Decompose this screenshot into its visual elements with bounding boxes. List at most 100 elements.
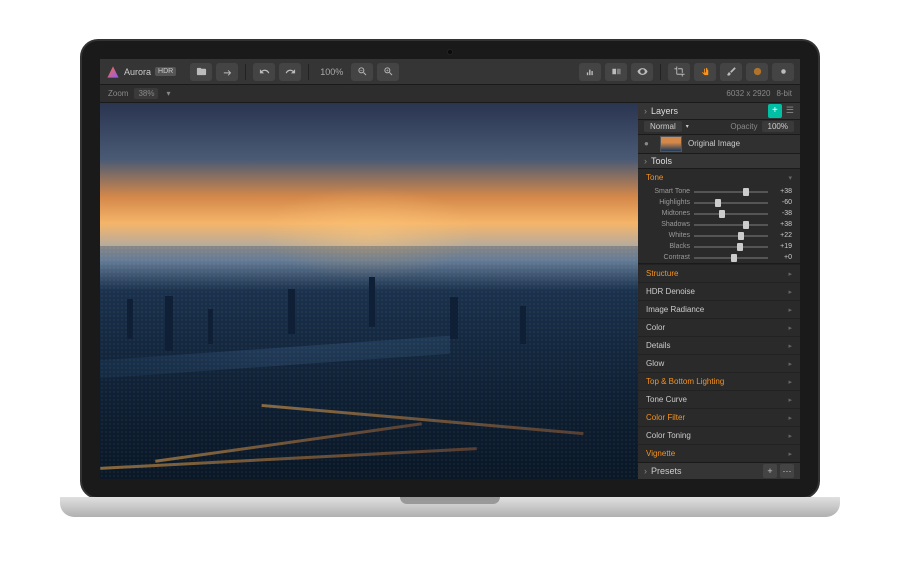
brush-button[interactable] xyxy=(720,63,742,81)
compare-button[interactable] xyxy=(605,63,627,81)
slider-value: +38 xyxy=(772,188,792,195)
slider-value: -60 xyxy=(772,199,792,206)
chevron-icon: ▸ xyxy=(788,288,792,296)
slider-value: +0 xyxy=(772,254,792,261)
layers-menu-button[interactable]: ☰ xyxy=(786,105,794,116)
slider-track[interactable] xyxy=(694,191,768,193)
slider-track[interactable] xyxy=(694,224,768,226)
open-button[interactable] xyxy=(190,63,212,81)
sun-icon xyxy=(778,66,789,77)
tools-title: Tools xyxy=(651,156,672,166)
logo-icon xyxy=(106,65,120,79)
slider-thumb[interactable] xyxy=(743,188,749,196)
visibility-icon[interactable]: ● xyxy=(644,139,654,148)
section-label: Vignette xyxy=(646,449,675,458)
tone-group: Tone ▾ Smart Tone +38Highlights -60Midto… xyxy=(638,169,800,264)
histogram-button[interactable] xyxy=(579,63,601,81)
app-badge: HDR xyxy=(155,67,176,76)
image-dimensions: 6032 x 2920 xyxy=(726,89,770,98)
layer-name: Original Image xyxy=(688,139,740,148)
slider-thumb[interactable] xyxy=(738,232,744,240)
share-icon xyxy=(222,66,233,77)
section-label: Image Radiance xyxy=(646,305,704,314)
layer-options: Normal ▾ Opacity 100% xyxy=(638,120,800,135)
right-sidebar: › Layers + ☰ Normal ▾ Opacity 100% ● xyxy=(638,103,800,479)
slider-track[interactable] xyxy=(694,246,768,248)
chevron-icon: ▸ xyxy=(788,450,792,458)
chevron-icon: ▸ xyxy=(788,324,792,332)
slider-thumb[interactable] xyxy=(731,254,737,262)
add-preset-button[interactable]: + xyxy=(763,464,777,478)
compare-icon xyxy=(611,66,622,77)
app-window: Aurora HDR 100% xyxy=(100,59,800,479)
slider-track[interactable] xyxy=(694,235,768,237)
gradient-icon xyxy=(752,66,763,77)
crop-button[interactable] xyxy=(668,63,690,81)
preset-menu-button[interactable]: ⋯ xyxy=(780,464,794,478)
tool-section[interactable]: Color ▸ xyxy=(638,318,800,336)
gradient-button[interactable] xyxy=(746,63,768,81)
slider-track[interactable] xyxy=(694,213,768,215)
slider-thumb[interactable] xyxy=(719,210,725,218)
chevron-icon: ▸ xyxy=(788,342,792,350)
undo-icon xyxy=(259,66,270,77)
zoom-out-button[interactable] xyxy=(351,63,373,81)
chevron-icon: ▸ xyxy=(788,360,792,368)
tool-section[interactable]: Color Filter▸ xyxy=(638,408,800,426)
slider-thumb[interactable] xyxy=(715,199,721,207)
tool-section[interactable]: Vignette ▸ xyxy=(638,444,800,462)
zoom-select[interactable]: 38% xyxy=(134,88,158,99)
tool-section[interactable]: Color Toning▸ xyxy=(638,426,800,444)
tone-title[interactable]: Tone ▾ xyxy=(638,169,800,186)
layer-item[interactable]: ● Original Image xyxy=(638,135,800,155)
export-button[interactable] xyxy=(216,63,238,81)
main-toolbar: Aurora HDR 100% xyxy=(100,59,800,85)
chevron-down-icon: ▾ xyxy=(788,174,792,182)
laptop-base xyxy=(60,497,840,517)
slider-label: Blacks xyxy=(646,243,690,250)
app-name: Aurora xyxy=(124,67,151,77)
redo-icon xyxy=(285,66,296,77)
tool-section[interactable]: HDR Denoise▸ xyxy=(638,282,800,300)
tool-section[interactable]: Image Radiance ▸ xyxy=(638,300,800,318)
tool-section[interactable]: Tone Curve▸ xyxy=(638,390,800,408)
luminosity-button[interactable] xyxy=(772,63,794,81)
webcam xyxy=(447,49,453,55)
redo-button[interactable] xyxy=(279,63,301,81)
slider-thumb[interactable] xyxy=(743,221,749,229)
section-label: Top & Bottom Lighting xyxy=(646,377,724,386)
blend-mode-select[interactable]: Normal xyxy=(644,121,682,132)
zoom-in-icon xyxy=(383,66,394,77)
zoom-in-button[interactable] xyxy=(377,63,399,81)
section-label: Color xyxy=(646,323,665,332)
slider-row: Whites +22 xyxy=(638,230,800,241)
undo-button[interactable] xyxy=(253,63,275,81)
folder-icon xyxy=(196,66,207,77)
opacity-value[interactable]: 100% xyxy=(762,121,794,132)
zoom-fit-label[interactable]: 100% xyxy=(316,67,347,77)
hand-button[interactable] xyxy=(694,63,716,81)
chevron-icon: ▸ xyxy=(788,378,792,386)
preview-button[interactable] xyxy=(631,63,653,81)
slider-row: Blacks +19 xyxy=(638,241,800,252)
slider-thumb[interactable] xyxy=(737,243,743,251)
image-canvas[interactable] xyxy=(100,103,638,479)
slider-value: -38 xyxy=(772,210,792,217)
slider-track[interactable] xyxy=(694,257,768,259)
slider-value: +19 xyxy=(772,243,792,250)
add-layer-button[interactable]: + xyxy=(768,104,782,118)
tool-section[interactable]: Top & Bottom Lighting ▸ xyxy=(638,372,800,390)
app-logo: Aurora HDR xyxy=(106,65,176,79)
slider-row: Highlights -60 xyxy=(638,197,800,208)
slider-label: Contrast xyxy=(646,254,690,261)
hand-icon xyxy=(700,66,711,77)
tool-section[interactable]: Glow▸ xyxy=(638,354,800,372)
trackpad-notch xyxy=(400,497,500,504)
zoom-label: Zoom xyxy=(108,89,128,98)
main-area: › Layers + ☰ Normal ▾ Opacity 100% ● xyxy=(100,103,800,479)
tool-section[interactable]: Structure▸ xyxy=(638,264,800,282)
slider-track[interactable] xyxy=(694,202,768,204)
section-label: Color Toning xyxy=(646,431,691,440)
tool-section[interactable]: Details▸ xyxy=(638,336,800,354)
chevron-icon: ▸ xyxy=(788,306,792,314)
